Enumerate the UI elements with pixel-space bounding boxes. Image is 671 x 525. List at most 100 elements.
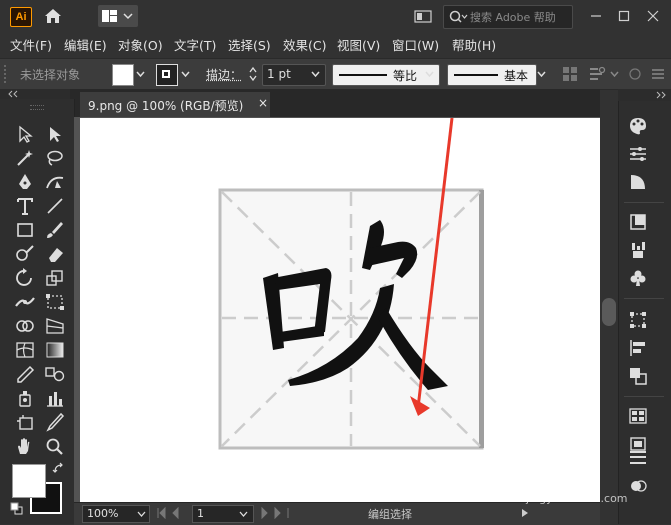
help-search-input[interactable]: 搜索 Adobe 帮助: [443, 5, 573, 29]
isolate-group-icon[interactable]: [588, 66, 606, 82]
menu-window[interactable]: 窗口(W): [392, 35, 439, 54]
layers-icon[interactable]: [628, 476, 648, 496]
artboard-number-field[interactable]: 1: [192, 505, 254, 523]
symbols-club-icon[interactable]: [628, 268, 648, 288]
brush-definition-select[interactable]: 基本: [447, 64, 537, 86]
eraser-tool-icon[interactable]: [43, 244, 67, 264]
chevron-down-icon[interactable]: [610, 70, 619, 79]
menu-type[interactable]: 文字(T): [174, 35, 216, 54]
artboard[interactable]: [80, 118, 600, 502]
transform-icon[interactable]: [628, 310, 648, 330]
zoom-field[interactable]: 100%: [82, 505, 150, 523]
maximize-button[interactable]: [618, 10, 630, 22]
swatches-icon[interactable]: [628, 406, 648, 426]
color-palette-icon[interactable]: [628, 116, 648, 136]
type-tool-icon[interactable]: [13, 196, 37, 216]
arrange-documents-icon[interactable]: [414, 10, 432, 23]
panel-options-icon[interactable]: [628, 66, 642, 82]
shape-builder-tool-icon[interactable]: [13, 316, 37, 336]
fill-color-box[interactable]: [12, 464, 46, 498]
control-bar: 未选择对象 描边： 1 pt 等比 基本: [0, 58, 671, 90]
selection-tool-icon[interactable]: [13, 124, 37, 144]
zoom-tool-icon[interactable]: [43, 436, 67, 456]
panel-dock-collapse[interactable]: [618, 89, 671, 101]
mesh-tool-icon[interactable]: [13, 340, 37, 360]
minimize-button[interactable]: [590, 10, 602, 22]
lasso-tool-icon[interactable]: [43, 148, 67, 168]
recolor-icon[interactable]: [562, 66, 578, 82]
stroke-panel-icon[interactable]: [628, 448, 648, 468]
stroke-stepper-icon[interactable]: [248, 65, 258, 83]
brush-label: 基本: [504, 67, 528, 84]
artboard-tool-icon[interactable]: [13, 412, 37, 432]
transparency-icon[interactable]: [628, 212, 648, 232]
pen-tool-icon[interactable]: [13, 172, 37, 192]
direct-selection-tool-icon[interactable]: [43, 124, 67, 144]
blend-tool-icon[interactable]: [43, 364, 67, 384]
search-icon: [448, 9, 468, 25]
curvature-tool-icon[interactable]: [43, 172, 67, 192]
symbol-sprayer-tool-icon[interactable]: [13, 388, 37, 408]
free-transform-tool-icon[interactable]: [43, 292, 67, 312]
menu-edit[interactable]: 编辑(E): [64, 35, 107, 54]
document-tab-title: 9.png @ 100% (RGB/预览): [88, 97, 243, 114]
search-placeholder: 搜索 Adobe 帮助: [470, 9, 556, 25]
close-tab-icon[interactable]: ×: [258, 96, 268, 110]
properties-sliders-icon[interactable]: [628, 144, 648, 164]
profile-label: 等比: [393, 67, 417, 84]
menu-file[interactable]: 文件(F): [10, 35, 52, 54]
rotate-tool-icon[interactable]: [13, 268, 37, 288]
variable-width-profile-select[interactable]: 等比: [332, 64, 440, 86]
shaper-tool-icon[interactable]: [13, 244, 37, 264]
artboard-nav-next-icon[interactable]: [258, 507, 292, 519]
stroke-label[interactable]: 描边：: [206, 66, 242, 83]
stroke-weight-field[interactable]: 1 pt: [262, 64, 326, 86]
menu-effect[interactable]: 效果(C): [283, 35, 326, 54]
line-segment-tool-icon[interactable]: [43, 196, 67, 216]
align-icon[interactable]: [628, 338, 648, 358]
collapse-icon[interactable]: [654, 91, 668, 99]
default-colors-icon[interactable]: [10, 502, 24, 516]
magic-wand-tool-icon[interactable]: [13, 148, 37, 168]
stroke-swatch[interactable]: [156, 64, 178, 86]
gradient-panel-icon[interactable]: [628, 172, 648, 192]
width-tool-icon[interactable]: [13, 292, 37, 312]
artboard-number-value: 1: [197, 507, 204, 520]
paintbrush-tool-icon[interactable]: [43, 220, 67, 240]
status-play-icon[interactable]: [520, 508, 530, 518]
home-icon[interactable]: [42, 6, 64, 26]
vertical-scroll-thumb[interactable]: [602, 298, 616, 326]
artwork-image[interactable]: [80, 118, 600, 502]
workspace-switcher-button[interactable]: [98, 5, 138, 27]
scale-tool-icon[interactable]: [43, 268, 67, 288]
chevron-down-icon[interactable]: [425, 70, 434, 79]
chevron-down-icon[interactable]: [181, 70, 190, 79]
column-graph-tool-icon[interactable]: [43, 388, 67, 408]
menu-select[interactable]: 选择(S): [228, 35, 271, 54]
pathfinder-icon[interactable]: [628, 366, 648, 386]
selection-mode-status: 编组选择: [368, 506, 412, 522]
hand-tool-icon[interactable]: [13, 436, 37, 456]
close-window-button[interactable]: [647, 10, 659, 22]
gradient-tool-icon[interactable]: [43, 340, 67, 360]
menu-object[interactable]: 对象(O): [118, 35, 163, 54]
brushes-icon[interactable]: [628, 240, 648, 260]
tools-collapse-bar[interactable]: [0, 89, 70, 99]
chevron-down-icon[interactable]: [136, 70, 145, 79]
eyedropper-tool-icon[interactable]: [13, 364, 37, 384]
menu-view[interactable]: 视图(V): [337, 35, 380, 54]
menu-help[interactable]: 帮助(H): [452, 35, 496, 54]
slice-tool-icon[interactable]: [43, 412, 67, 432]
baidu-watermark-logo: Bai 经验: [520, 466, 594, 492]
artboard-nav-prev-icon[interactable]: [156, 507, 190, 519]
rectangle-tool-icon[interactable]: [13, 220, 37, 240]
chevron-down-icon: [311, 70, 320, 79]
chevron-down-icon[interactable]: [537, 70, 546, 79]
stroke-weight-value: 1 pt: [267, 67, 291, 81]
document-tab[interactable]: 9.png @ 100% (RGB/预览) ×: [80, 92, 270, 117]
fill-swatch[interactable]: [112, 64, 134, 86]
collapse-icon[interactable]: [6, 90, 20, 98]
menu-icon[interactable]: [650, 66, 666, 82]
swap-colors-icon[interactable]: [52, 462, 66, 476]
perspective-grid-tool-icon[interactable]: [43, 316, 67, 336]
